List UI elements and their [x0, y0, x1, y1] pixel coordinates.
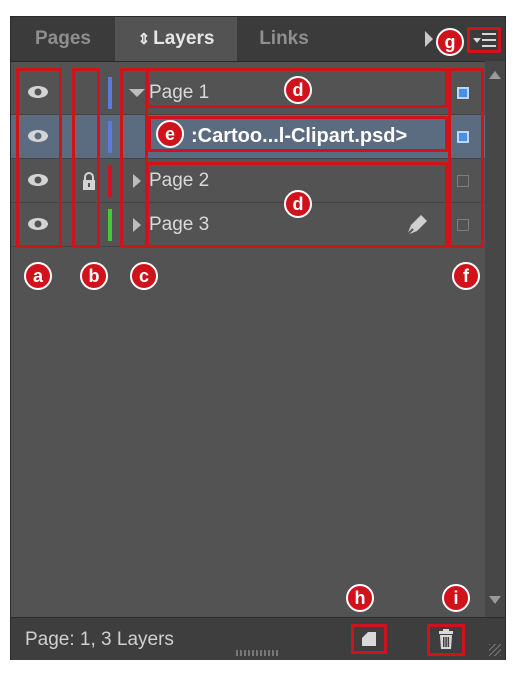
scroll-up-arrow-icon[interactable] [489, 71, 501, 79]
sort-arrows-icon: ⇕ [137, 31, 151, 48]
callout-box-a [16, 68, 62, 248]
create-new-layer-button[interactable] [351, 624, 387, 654]
callout-badge-g: g [436, 28, 464, 56]
dropdown-triangle-icon [473, 38, 481, 43]
layer-color-swatch [108, 209, 112, 241]
status-text: Page: 1, 3 Layers [25, 629, 174, 650]
scroll-down-arrow-icon[interactable] [489, 596, 501, 604]
callout-badge-b: b [80, 262, 108, 290]
panel-menu-button[interactable] [467, 27, 501, 53]
callout-badge-i: i [442, 584, 470, 612]
callout-box-f [448, 68, 484, 248]
panel-tab-bar: Pages ⇕ Layers Links [11, 17, 505, 62]
callout-box-e [148, 116, 448, 152]
layer-color-swatch [108, 121, 112, 153]
resize-grip-icon[interactable] [489, 644, 501, 656]
callout-box-b [72, 68, 100, 248]
callout-badge-d: d [284, 76, 312, 104]
tab-layers[interactable]: ⇕ Layers [115, 17, 237, 61]
page-fold-icon [362, 632, 368, 638]
vertical-scrollbar[interactable] [485, 61, 505, 617]
tab-layers-label: Layers [153, 28, 215, 49]
callout-box-c [120, 68, 148, 248]
tab-links-label: Links [259, 28, 309, 49]
tab-links[interactable]: Links [237, 17, 331, 61]
callout-badge-h: h [346, 584, 374, 612]
callout-badge-d: d [284, 190, 312, 218]
tab-pages[interactable]: Pages [11, 17, 115, 61]
menu-lines-icon [482, 33, 496, 47]
callout-badge-a: a [24, 262, 52, 290]
layer-color-swatch [108, 77, 112, 109]
delete-layer-button[interactable] [427, 624, 465, 656]
callout-badge-f: f [452, 262, 480, 290]
collapse-panel-icon[interactable] [425, 31, 433, 47]
callout-badge-e: e [156, 120, 184, 148]
panel-resize-handle[interactable] [236, 650, 280, 656]
trash-icon [439, 629, 453, 649]
layer-color-swatch [108, 165, 112, 197]
callout-badge-c: c [130, 262, 158, 290]
tab-pages-label: Pages [35, 28, 91, 49]
